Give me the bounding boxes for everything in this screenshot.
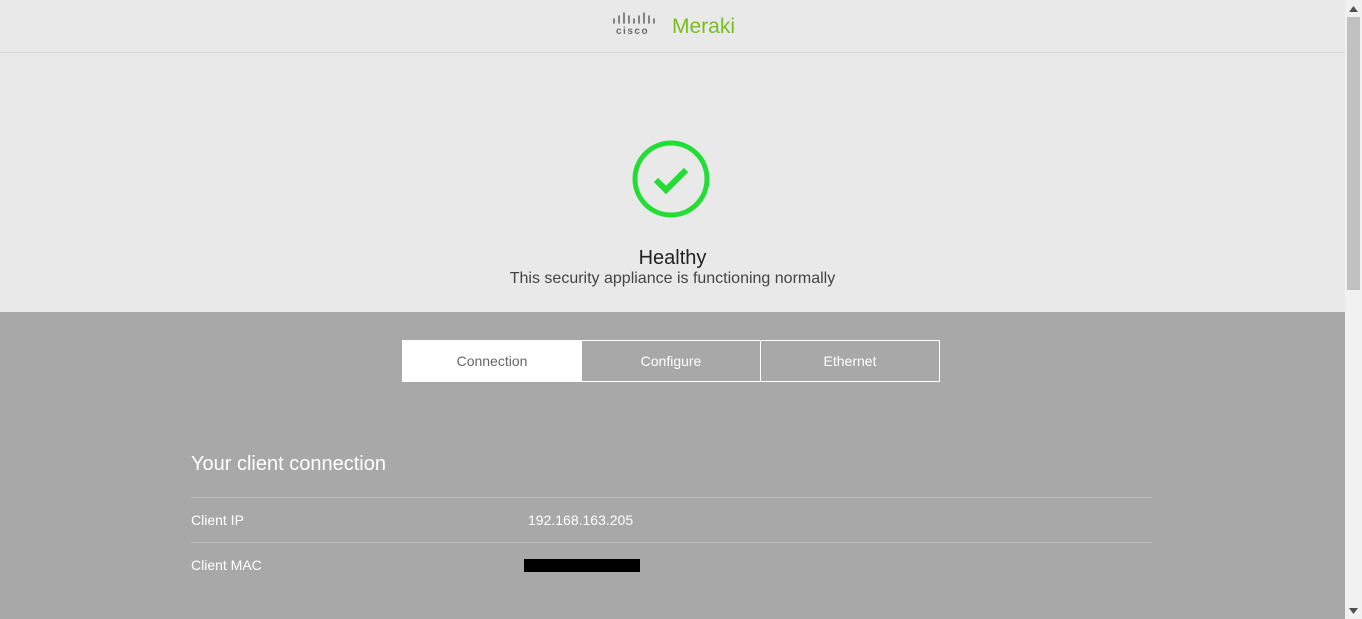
- status-subtitle: This security appliance is functioning n…: [509, 270, 836, 287]
- tab-configure[interactable]: Configure: [581, 340, 761, 382]
- scroll-down-arrow-icon[interactable]: [1345, 602, 1362, 619]
- details-panel: Connection Configure Ethernet Your clien…: [0, 312, 1345, 619]
- client-ip-row: Client IP 192.168.163.205: [191, 497, 1152, 542]
- client-ip-label: Client IP: [191, 512, 244, 528]
- client-ip-value: 192.168.163.205: [528, 512, 634, 528]
- top-header: cisco Meraki: [0, 0, 1345, 53]
- cisco-wordmark: cisco: [616, 26, 650, 37]
- checkmark-circle-icon: [632, 140, 710, 223]
- page: cisco Meraki Healthy This security appli…: [0, 0, 1345, 619]
- scrollbar-thumb[interactable]: [1347, 17, 1360, 290]
- cisco-meraki-logo[interactable]: cisco Meraki: [612, 8, 735, 44]
- cisco-logo-icon: cisco: [612, 11, 660, 41]
- scroll-up-arrow-icon[interactable]: [1345, 0, 1362, 17]
- client-mac-row: Client MAC: [191, 542, 1152, 587]
- tab-bar: Connection Configure Ethernet: [402, 340, 940, 382]
- section-title: Your client connection: [191, 453, 386, 475]
- client-mac-redacted-value: [524, 559, 640, 572]
- tab-connection[interactable]: Connection: [402, 340, 582, 382]
- vertical-scrollbar[interactable]: [1345, 0, 1362, 619]
- meraki-wordmark: Meraki: [672, 15, 736, 38]
- client-mac-label: Client MAC: [191, 557, 262, 573]
- status-title: Healthy: [638, 247, 707, 269]
- tab-ethernet[interactable]: Ethernet: [760, 340, 940, 382]
